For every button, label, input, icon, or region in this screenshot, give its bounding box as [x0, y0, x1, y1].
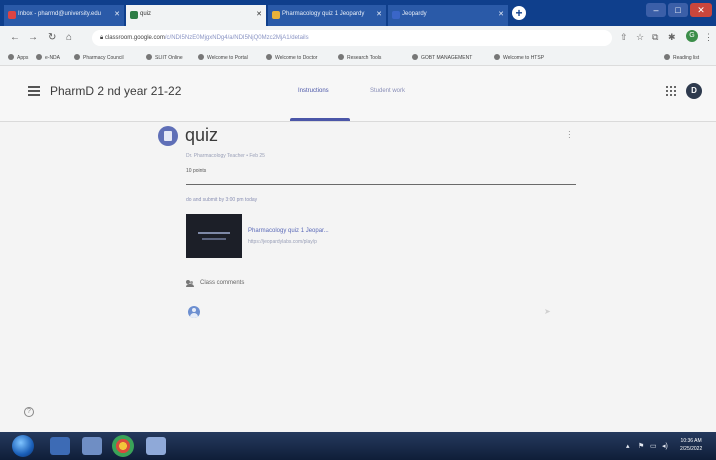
- media-player-icon[interactable]: [82, 437, 102, 455]
- share-icon[interactable]: ⇧: [620, 32, 628, 43]
- explorer-icon[interactable]: [50, 437, 70, 455]
- reading-list-icon: [664, 54, 670, 60]
- maximize-button[interactable]: □: [668, 3, 688, 17]
- tab-label: Inbox - pharmd@university.edu: [18, 11, 102, 17]
- network-icon[interactable]: ▭: [650, 442, 657, 450]
- help-icon[interactable]: ?: [24, 407, 34, 417]
- active-tab-indicator: [290, 118, 350, 121]
- close-icon[interactable]: ✕: [114, 10, 120, 18]
- tab-instructions[interactable]: Instructions: [298, 88, 329, 94]
- bookmark-item[interactable]: Welcome to HTSP: [494, 54, 544, 61]
- bookmark-item[interactable]: Research Tools: [338, 54, 381, 61]
- address-bar[interactable]: 🔒︎ classroom.google.com/c/NDI5NzE0MjgxND…: [92, 30, 612, 46]
- classroom-icon: [130, 11, 138, 19]
- globe-icon: [338, 54, 344, 60]
- browser-tab-jeopardy[interactable]: Jeopardy ✕: [388, 5, 508, 26]
- close-icon[interactable]: ✕: [376, 10, 382, 18]
- extensions-icon[interactable]: ⧉: [652, 32, 658, 43]
- globe-icon: [36, 54, 42, 60]
- tab-label: Jeopardy: [402, 11, 427, 17]
- globe-icon: [266, 54, 272, 60]
- clock-date: 2/25/2022: [680, 446, 703, 452]
- reload-icon[interactable]: ↻: [48, 32, 56, 43]
- tab-student-work[interactable]: Student work: [370, 88, 405, 94]
- start-button[interactable]: [12, 435, 34, 457]
- screen: Inbox - pharmd@university.edu ✕ quiz ✕ P…: [0, 0, 716, 460]
- apps-icon: [8, 54, 14, 60]
- assignment-meta: Dr. Pharmacology Teacher • Feb 25: [186, 153, 265, 159]
- tab-label: Pharmacology quiz 1 Jeopardy: [282, 11, 365, 17]
- browser-toolbar: ← → ↻ ⌂ 🔒︎ classroom.google.com/c/NDI5Nz…: [0, 26, 716, 50]
- reading-list[interactable]: Reading list: [664, 54, 699, 61]
- flag-icon[interactable]: ⚑: [638, 442, 644, 450]
- more-options-icon[interactable]: · · ·: [568, 128, 572, 142]
- browser-tab-pharmacology[interactable]: Pharmacology quiz 1 Jeopardy ✕: [268, 5, 386, 26]
- hamburger-menu-icon[interactable]: [28, 86, 40, 96]
- url-host: classroom.google.com: [104, 35, 165, 41]
- volume-icon[interactable]: ◂): [662, 442, 668, 450]
- account-avatar[interactable]: D: [686, 83, 702, 99]
- browser-tab-strip: Inbox - pharmd@university.edu ✕ quiz ✕ P…: [0, 0, 716, 26]
- tab-label: quiz: [140, 11, 152, 17]
- send-icon[interactable]: ➤: [544, 307, 551, 316]
- forward-icon[interactable]: →: [28, 32, 38, 43]
- chrome-icon[interactable]: [112, 435, 134, 457]
- globe-icon: [392, 11, 400, 19]
- class-title[interactable]: PharmD 2 nd year 21-22: [50, 84, 181, 98]
- close-window-button[interactable]: ✕: [690, 3, 712, 17]
- class-comments-label[interactable]: Class comments: [200, 280, 244, 286]
- user-avatar: [188, 306, 200, 318]
- clock-time: 10:36 AM: [680, 438, 702, 444]
- globe-icon: [494, 54, 500, 60]
- app-window-icon[interactable]: [146, 437, 166, 455]
- browser-tab-inbox[interactable]: Inbox - pharmd@university.edu ✕: [4, 5, 124, 26]
- attachment-title[interactable]: Pharmacology quiz 1 Jeopar...: [248, 228, 329, 234]
- people-icon: [186, 280, 195, 287]
- globe-icon: [146, 54, 152, 60]
- assignment-icon: [158, 126, 178, 146]
- star-icon[interactable]: ☆: [636, 32, 644, 43]
- tray-arrow-icon[interactable]: ▴: [626, 442, 630, 450]
- close-icon[interactable]: ✕: [256, 10, 262, 18]
- taskbar-clock[interactable]: 10:36 AM 2/25/2022: [680, 437, 702, 453]
- bookmark-item[interactable]: Apps: [8, 54, 28, 61]
- globe-icon: [74, 54, 80, 60]
- menu-dots-icon[interactable]: ⋮: [704, 32, 713, 43]
- bookmark-item[interactable]: Pharmacy Council: [74, 54, 124, 61]
- back-icon[interactable]: ←: [10, 32, 20, 43]
- bookmarks-bar: Apps e-NDA Pharmacy Council SLIIT Online…: [0, 50, 716, 66]
- browser-tab-quiz[interactable]: quiz ✕: [126, 5, 266, 26]
- puzzle-icon[interactable]: ✱: [668, 32, 676, 43]
- attachment-thumbnail[interactable]: [186, 214, 242, 258]
- bookmark-item[interactable]: SLIIT Online: [146, 54, 183, 61]
- bookmark-item[interactable]: GOBT MANAGEMENT: [412, 54, 472, 61]
- globe-icon: [412, 54, 418, 60]
- taskbar: ▴ ⚑ ▭ ◂) 10:36 AM 2/25/2022: [0, 432, 716, 460]
- bookmark-item[interactable]: Welcome to Doctor: [266, 54, 317, 61]
- assignment-instructions: do and submit by 3:00 pm today: [186, 197, 258, 203]
- attachment-url: https://jeopardylabs.com/play/p: [248, 239, 317, 245]
- google-apps-icon[interactable]: [666, 86, 676, 96]
- classroom-header: PharmD 2 nd year 21-22 Instructions Stud…: [0, 66, 716, 122]
- divider: [186, 184, 576, 185]
- assignment-points: 10 points: [186, 168, 207, 174]
- bookmark-item[interactable]: Welcome to Portal: [198, 54, 248, 61]
- mail-icon: [8, 11, 16, 19]
- close-icon[interactable]: ✕: [498, 10, 504, 18]
- home-icon[interactable]: ⌂: [66, 32, 72, 43]
- assignment-title: quiz: [185, 125, 219, 145]
- profile-avatar[interactable]: G: [686, 30, 698, 42]
- url-path: /c/NDI5NzE0MjgxNDg4/a/NDI5NjQ0Mzc2MjA1/d…: [164, 35, 309, 41]
- new-tab-button[interactable]: +: [512, 6, 526, 20]
- bookmark-item[interactable]: e-NDA: [36, 54, 60, 61]
- minimize-button[interactable]: –: [646, 3, 666, 17]
- page-icon: [272, 11, 280, 19]
- globe-icon: [198, 54, 204, 60]
